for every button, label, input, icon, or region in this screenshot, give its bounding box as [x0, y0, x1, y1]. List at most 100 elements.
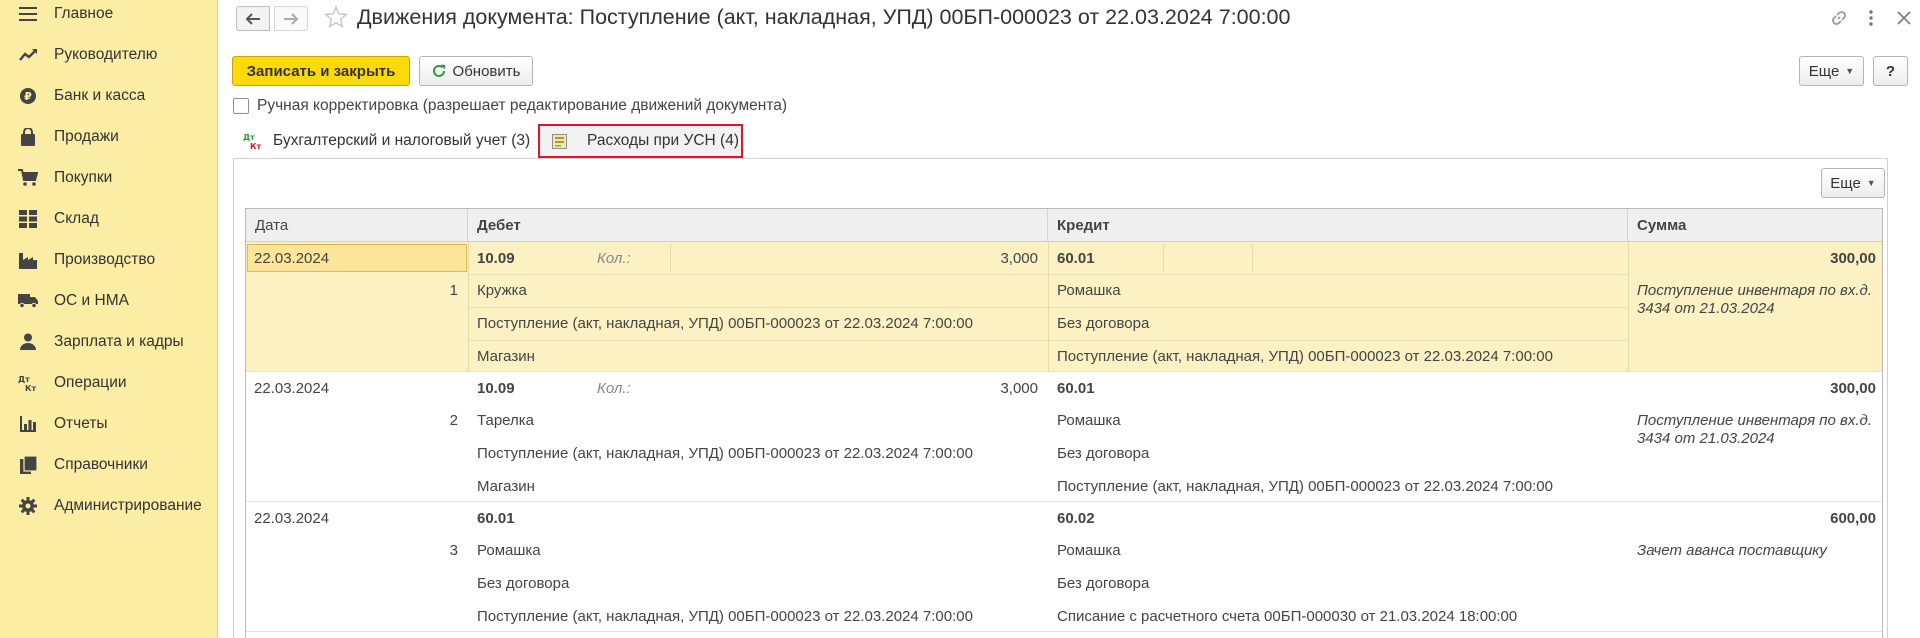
row-date: 22.03.2024 — [254, 380, 330, 397]
debit-subconto-2: Поступление (акт, накладная, УПД) 00БП-0… — [477, 315, 973, 332]
ruble-coin-icon: ₽ — [18, 86, 38, 106]
shopping-bag-icon — [18, 127, 38, 147]
chevron-down-icon: ▼ — [1845, 66, 1855, 76]
tab-label: Расходы при УСН (4) — [587, 132, 740, 149]
refresh-label: Обновить — [452, 62, 521, 80]
row-content: Поступление инвентаря по вх.д. 3434 от 2… — [1637, 412, 1872, 447]
row-content: Поступление инвентаря по вх.д. 3434 от 2… — [1637, 282, 1872, 317]
table-header: Дата Дебет Кредит Сумма — [246, 209, 1882, 242]
sidebar-item-label: Банк и касса — [54, 86, 146, 104]
sidebar-item-label: Склад — [54, 209, 99, 227]
more-button[interactable]: Еще ▼ — [1799, 56, 1864, 86]
manual-edit-label: Ручная корректировка (разрешает редактир… — [257, 97, 788, 114]
sidebar-item-label: Операции — [54, 373, 127, 391]
debit-subconto-1: Кружка — [477, 282, 527, 299]
column-header-amount[interactable]: Сумма — [1628, 209, 1882, 241]
sidebar-item-operations[interactable]: Дт Кт Операции — [0, 362, 217, 403]
debit-subconto-1: Ромашка — [477, 542, 541, 559]
truck-icon — [18, 291, 38, 311]
forward-button[interactable] — [274, 6, 308, 31]
table-more-label: Еще — [1830, 174, 1861, 192]
column-header-credit[interactable]: Кредит — [1048, 209, 1628, 241]
sidebar-item-bank[interactable]: ₽ Банк и касса — [0, 75, 217, 116]
debit-subconto-3: Поступление (акт, накладная, УПД) 00БП-0… — [477, 608, 973, 625]
row-content: Зачет аванса поставщику — [1637, 542, 1827, 559]
cart-icon — [18, 168, 38, 188]
help-label: ? — [1885, 62, 1896, 80]
save-and-close-button[interactable]: Записать и закрыть — [232, 56, 410, 86]
credit-subconto-2: Без договора — [1057, 315, 1150, 332]
page-title: Движения документа: Поступление (акт, на… — [357, 5, 1291, 29]
debit-subconto-1: Тарелка — [477, 412, 535, 429]
sidebar-item-warehouse[interactable]: Склад — [0, 198, 217, 239]
credit-subconto-1: Ромашка — [1057, 542, 1121, 559]
credit-subconto-3: Поступление (акт, накладная, УПД) 00БП-0… — [1057, 478, 1553, 495]
sidebar-item-main[interactable]: Главное — [0, 0, 217, 34]
svg-text:Дт: Дт — [243, 133, 255, 142]
sidebar-item-reports[interactable]: Отчеты — [0, 403, 217, 444]
more-label: Еще — [1808, 62, 1840, 80]
link-icon[interactable] — [1828, 6, 1850, 30]
back-button[interactable] — [236, 6, 270, 31]
credit-subconto-2: Без договора — [1057, 575, 1150, 592]
column-header-debit[interactable]: Дебет — [468, 209, 1048, 241]
movements-table: Дата Дебет Кредит Сумма 22.03.2024 1 10.… — [245, 208, 1883, 638]
credit-account: 60.01 — [1057, 380, 1095, 397]
credit-subconto-1: Ромашка — [1057, 412, 1121, 429]
debit-account: 60.01 — [477, 510, 515, 527]
sidebar-item-fixed-assets[interactable]: ОС и НМА — [0, 280, 217, 321]
sidebar-item-sales[interactable]: Продажи — [0, 116, 217, 157]
sidebar-item-label: Продажи — [54, 127, 119, 145]
row-number: 1 — [449, 282, 458, 299]
sidebar-item-salary[interactable]: Зарплата и кадры — [0, 321, 217, 362]
table-row[interactable]: 22.03.2024 1 10.09 Кол.: 3,000 Кружка По… — [246, 242, 1882, 372]
sidebar-item-production[interactable]: Производство — [0, 239, 217, 280]
sidebar-item-manager[interactable]: Руководителю — [0, 34, 217, 75]
sidebar-item-label: Производство — [54, 250, 156, 268]
qty-label: Кол.: — [597, 380, 631, 397]
row-date: 22.03.2024 — [254, 510, 330, 527]
trend-icon — [18, 45, 38, 65]
register-icon — [552, 133, 567, 149]
sidebar-item-label: Руководителю — [54, 45, 158, 63]
person-icon — [18, 332, 38, 352]
sidebar-item-directories[interactable]: Справочники — [0, 444, 217, 485]
factory-icon — [18, 250, 38, 270]
row-amount: 300,00 — [1830, 250, 1876, 267]
books-icon — [18, 455, 38, 475]
menu-icon — [18, 4, 38, 24]
table-row[interactable]: 22.03.2024 3 60.01 Ромашка Без договора … — [246, 502, 1882, 632]
debit-account: 10.09 — [477, 380, 515, 397]
sidebar-item-label: Отчеты — [54, 414, 108, 432]
sidebar: Главное Руководителю ₽ Банк и касса Прод… — [0, 0, 218, 638]
manual-edit-checkbox[interactable] — [233, 98, 249, 114]
row-date: 22.03.2024 — [254, 250, 330, 267]
sidebar-item-purchases[interactable]: Покупки — [0, 157, 217, 198]
credit-subconto-1: Ромашка — [1057, 282, 1121, 299]
warehouse-icon — [18, 209, 38, 229]
more-vert-icon[interactable] — [1860, 6, 1882, 30]
close-icon[interactable] — [1893, 6, 1915, 30]
debit-subconto-2: Без договора — [477, 575, 570, 592]
gear-icon — [18, 496, 38, 516]
sidebar-item-admin[interactable]: Администрирование — [0, 485, 217, 526]
row-number: 3 — [449, 542, 458, 559]
bar-chart-icon — [18, 414, 38, 434]
sidebar-item-label: Справочники — [54, 455, 148, 473]
svg-text:Кт: Кт — [250, 142, 262, 150]
tab-accounting[interactable]: Дт Кт Бухгалтерский и налоговый учет (3) — [233, 124, 535, 158]
favorite-star-icon[interactable] — [323, 5, 349, 33]
debit-subconto-3: Магазин — [477, 348, 535, 365]
credit-subconto-3: Списание с расчетного счета 00БП-000030 … — [1057, 608, 1518, 625]
tab-usn-expenses[interactable]: Расходы при УСН (4) — [538, 124, 743, 158]
help-button[interactable]: ? — [1873, 56, 1908, 86]
row-number: 2 — [449, 412, 458, 429]
arrow-left-icon — [245, 12, 260, 25]
arrow-right-icon — [284, 12, 299, 25]
refresh-button[interactable]: Обновить — [419, 56, 533, 86]
qty-value: 3,000 — [1000, 380, 1038, 397]
column-header-date[interactable]: Дата — [246, 209, 468, 241]
table-more-button[interactable]: Еще ▼ — [1821, 168, 1885, 198]
table-row[interactable]: 22.03.2024 2 10.09 Кол.: 3,000 Тарелка П… — [246, 372, 1882, 502]
qty-label: Кол.: — [597, 250, 631, 267]
